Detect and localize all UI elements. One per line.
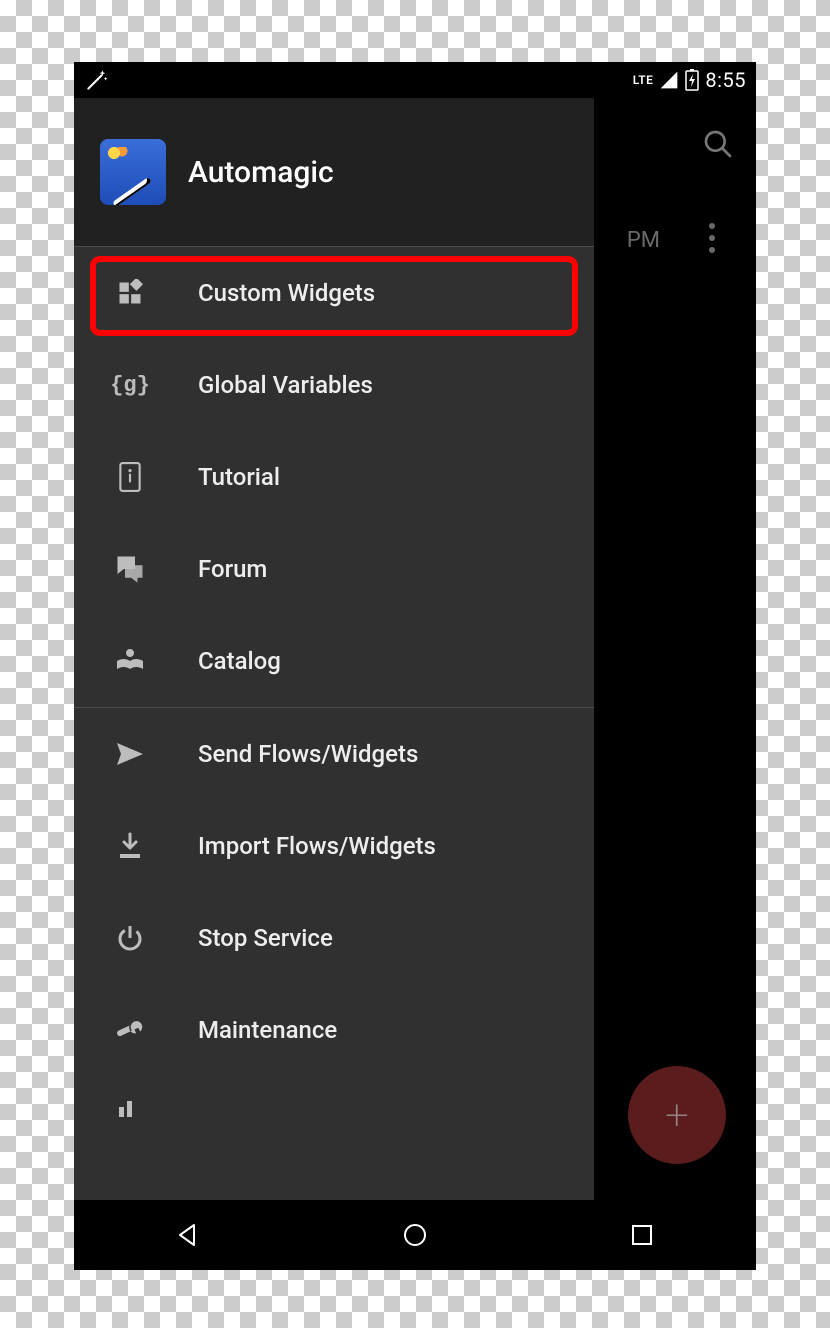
- import-icon: [110, 826, 150, 866]
- stats-icon: [110, 1086, 150, 1126]
- drawer-item-custom-widgets[interactable]: Custom Widgets: [74, 247, 594, 339]
- drawer-item-global-variables[interactable]: {g} Global Variables: [74, 339, 594, 431]
- more-options-button[interactable]: [694, 220, 730, 256]
- wrench-icon: [110, 1010, 150, 1050]
- drawer-item-label: Import Flows/Widgets: [198, 832, 436, 860]
- drawer-item-tutorial[interactable]: Tutorial: [74, 431, 594, 523]
- nav-back-button[interactable]: [148, 1210, 228, 1260]
- globals-icon: {g}: [110, 365, 150, 405]
- drawer-item-label: Maintenance: [198, 1016, 337, 1044]
- widgets-icon: [110, 273, 150, 313]
- status-bar: LTE 8:55: [74, 62, 756, 98]
- drawer-header: Automagic: [74, 98, 594, 246]
- drawer-item-label: Send Flows/Widgets: [198, 740, 418, 768]
- drawer-item-maintenance[interactable]: Maintenance: [74, 984, 594, 1076]
- drawer-item-catalog[interactable]: Catalog: [74, 615, 594, 707]
- forum-icon: [110, 549, 150, 589]
- nav-home-button[interactable]: [375, 1210, 455, 1260]
- plus-icon: +: [665, 1091, 689, 1140]
- drawer-item-stop-service[interactable]: Stop Service: [74, 892, 594, 984]
- drawer-item-label: Custom Widgets: [198, 279, 375, 307]
- battery-charging-icon: [685, 69, 699, 91]
- send-icon: [110, 734, 150, 774]
- add-fab-button[interactable]: +: [628, 1066, 726, 1164]
- background-time-fragment: PM: [627, 228, 660, 253]
- app-content: PM + Automagic: [74, 98, 756, 1200]
- power-icon: [110, 918, 150, 958]
- drawer-item-label: Tutorial: [198, 463, 280, 491]
- drawer-item-forum[interactable]: Forum: [74, 523, 594, 615]
- app-icon: [100, 139, 166, 205]
- tutorial-icon: [110, 457, 150, 497]
- drawer-item-label: Stop Service: [198, 924, 333, 952]
- drawer-item-truncated[interactable]: [74, 1076, 594, 1126]
- catalog-icon: [110, 641, 150, 681]
- drawer-item-send-flows[interactable]: Send Flows/Widgets: [74, 708, 594, 800]
- drawer-item-label: Forum: [198, 555, 267, 583]
- status-clock: 8:55: [705, 68, 746, 92]
- lte-indicator: LTE: [633, 73, 654, 87]
- search-button[interactable]: [698, 124, 738, 164]
- drawer-item-label: Catalog: [198, 647, 281, 675]
- phone-frame: LTE 8:55 PM: [74, 62, 756, 1270]
- signal-icon: [659, 70, 679, 90]
- system-nav-bar: [74, 1200, 756, 1270]
- app-title: Automagic: [188, 155, 334, 190]
- drawer-item-import-flows[interactable]: Import Flows/Widgets: [74, 800, 594, 892]
- drawer-item-label: Global Variables: [198, 371, 373, 399]
- magic-wand-status-icon: [84, 67, 110, 93]
- nav-recents-button[interactable]: [602, 1210, 682, 1260]
- navigation-drawer: Automagic Custom Widgets {g} Global Vari: [74, 98, 594, 1200]
- more-vert-icon: [709, 220, 715, 256]
